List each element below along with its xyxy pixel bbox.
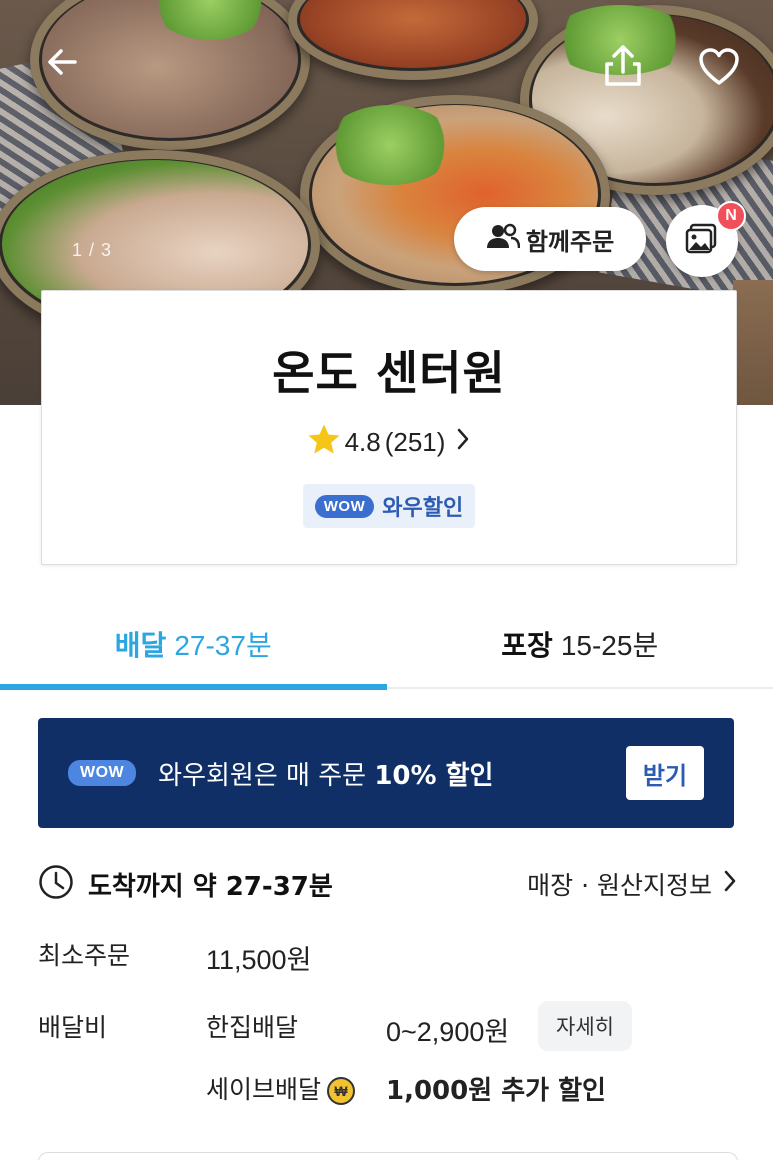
next-card-edge bbox=[38, 1152, 738, 1160]
together-order-label: 함께주문 bbox=[525, 227, 615, 256]
food-bowl bbox=[288, 0, 538, 80]
save-delivery-row: 세이브배달 ₩ bbox=[206, 1070, 356, 1106]
tab-delivery-time: 27-37분 bbox=[174, 630, 272, 661]
wow-banner-discount: 10% 할인 bbox=[374, 760, 494, 791]
wow-discount-label: 와우할인 bbox=[382, 496, 464, 521]
eta-prefix: 도착까지 약 bbox=[88, 871, 217, 902]
tab-pickup-time: 15-25분 bbox=[560, 630, 659, 661]
wow-pill: WOW bbox=[314, 494, 375, 518]
wow-pill: WOW bbox=[68, 760, 137, 786]
eta-value: 27-37분 bbox=[225, 871, 333, 902]
wow-discount-chip: WOW 와우할인 bbox=[302, 484, 476, 528]
together-order-button[interactable]: 함께주문 bbox=[454, 207, 646, 271]
store-card: 온도 센터원 4.8 (251) WOW 와우할인 bbox=[41, 290, 737, 565]
tab-active-indicator bbox=[0, 684, 387, 690]
save-delivery-value: 1,000원 추가 할인 bbox=[386, 1076, 606, 1106]
store-origin-info-label: 매장 · 원산지정보 bbox=[527, 871, 712, 900]
chevron-right-icon bbox=[455, 427, 471, 458]
tab-delivery[interactable]: 배달 27-37분 bbox=[0, 598, 387, 690]
star-icon bbox=[307, 423, 341, 462]
wow-banner-text-prefix: 와우회원은 매 주문 bbox=[158, 760, 367, 791]
order-type-tabs: 배달 27-37분 포장 15-25분 bbox=[0, 598, 773, 690]
photo-icon bbox=[685, 223, 719, 259]
heart-icon[interactable] bbox=[692, 40, 746, 94]
store-origin-info-link[interactable]: 매장 · 원산지정보 bbox=[527, 866, 738, 902]
eta-row: 도착까지 약 27-37분 매장 · 원산지정보 bbox=[38, 862, 738, 906]
rating-link[interactable]: 4.8 (251) bbox=[42, 423, 736, 462]
back-arrow-icon[interactable] bbox=[36, 36, 88, 88]
detail-button[interactable]: 자세히 bbox=[538, 1001, 632, 1051]
wow-member-banner[interactable]: WOW 와우회원은 매 주문 10% 할인 받기 bbox=[38, 718, 734, 828]
review-count: (251) bbox=[384, 427, 446, 457]
receive-button[interactable]: 받기 bbox=[626, 746, 704, 800]
save-delivery-label: 세이브배달 bbox=[206, 1075, 322, 1104]
rating-value: 4.8 bbox=[344, 427, 381, 457]
delivery-fee-label: 배달비 bbox=[38, 1013, 108, 1042]
clock-icon bbox=[38, 864, 74, 904]
people-icon bbox=[486, 223, 521, 255]
coin-icon: ₩ bbox=[327, 1077, 356, 1105]
min-order-value: 11,500원 bbox=[206, 945, 312, 975]
new-badge: N bbox=[716, 201, 746, 231]
eta-text: 도착까지 약 27-37분 bbox=[88, 866, 333, 903]
store-name: 온도 센터원 bbox=[272, 346, 506, 400]
table-edge bbox=[733, 280, 773, 405]
tab-pickup[interactable]: 포장 15-25분 bbox=[387, 598, 773, 690]
single-delivery-value: 0~2,900원 bbox=[386, 1017, 510, 1047]
image-counter: 1 / 3 bbox=[72, 240, 113, 260]
chevron-right-icon bbox=[722, 868, 738, 900]
tab-delivery-label: 배달 bbox=[114, 629, 167, 662]
tab-pickup-label: 포장 bbox=[501, 629, 553, 662]
wow-banner-text: 와우회원은 매 주문 10% 할인 bbox=[158, 755, 493, 792]
single-delivery-label: 한집배달 bbox=[206, 1013, 299, 1042]
share-icon[interactable] bbox=[596, 38, 650, 92]
min-order-label: 최소주문 bbox=[38, 941, 131, 970]
